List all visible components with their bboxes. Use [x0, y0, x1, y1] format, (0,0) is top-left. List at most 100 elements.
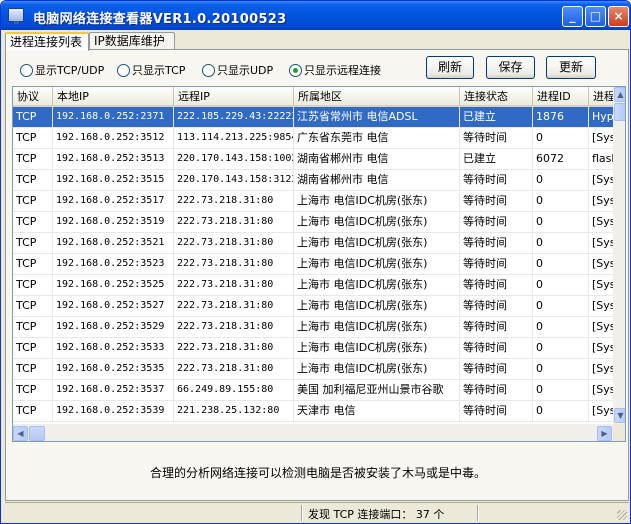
- cell-pid: 0: [533, 191, 589, 212]
- table-row[interactable]: TCP 192.168.0.252:3513 220.170.143.158:100…: [13, 149, 618, 170]
- cell-protocol: TCP: [13, 212, 53, 233]
- cell-protocol: TCP: [13, 254, 53, 275]
- column-header-local-ip[interactable]: 本地IP: [53, 87, 174, 107]
- cell-protocol: TCP: [13, 170, 53, 191]
- tab-ip-database[interactable]: IP数据库维护: [89, 32, 175, 50]
- table-row[interactable]: TCP 192.168.0.252:3533 222.73.218.31:80 上海市…: [13, 338, 620, 359]
- cell-pid: 0: [533, 233, 589, 254]
- status-divider: [477, 505, 479, 521]
- cell-remote-ip: 221.238.25.132:80: [174, 401, 294, 422]
- radio-only-tcp[interactable]: 只显示TCP: [117, 63, 185, 79]
- cell-local-ip: 192.168.0.252:3537: [53, 380, 174, 401]
- radio-circle-icon: [117, 64, 130, 77]
- horizontal-scrollbar[interactable]: ◀ ▶: [13, 424, 613, 441]
- connection-list[interactable]: 协议 本地IP 远程IP 所属地区 连接状态 进程ID 进程 TCP 192.16…: [12, 86, 626, 442]
- cell-pid: 0: [533, 254, 589, 275]
- table-row[interactable]: TCP 192.168.0.252:3517 222.73.218.31:80 上海市…: [13, 191, 620, 212]
- table-row[interactable]: TCP 192.168.0.252:3525 222.73.218.31:80 上海市…: [13, 275, 620, 296]
- column-header-region[interactable]: 所属地区: [294, 87, 460, 107]
- vertical-scroll-thumb[interactable]: [614, 103, 625, 121]
- title-bar[interactable]: 电脑网络连接查看器VER1.0.20100523 _ □ ×: [1, 1, 630, 30]
- scroll-left-icon[interactable]: ◀: [13, 426, 28, 441]
- cell-protocol: TCP: [13, 296, 53, 317]
- status-divider: [301, 505, 303, 521]
- cell-remote-ip: 222.73.218.31:80: [174, 317, 294, 338]
- cell-region: 湖南省郴州市 电信: [294, 149, 460, 170]
- scroll-down-icon[interactable]: ▼: [614, 408, 625, 423]
- resize-grip-icon[interactable]: [617, 510, 627, 520]
- cell-pid: 0: [533, 128, 589, 149]
- table-row[interactable]: TCP 192.168.0.252:3512 113.114.213.225:985…: [13, 128, 620, 149]
- cell-local-ip: 192.168.0.252:3535: [53, 359, 174, 380]
- radio-circle-icon: [20, 64, 33, 77]
- cell-pid: 6072: [533, 149, 589, 170]
- cell-protocol: TCP: [13, 359, 53, 380]
- close-button[interactable]: ×: [608, 6, 629, 27]
- cell-remote-ip: 222.73.218.31:80: [174, 275, 294, 296]
- table-row[interactable]: TCP 192.168.0.252:3527 222.73.218.31:80 上海市…: [13, 296, 620, 317]
- cell-pid: 0: [533, 338, 589, 359]
- save-button[interactable]: 保存: [486, 56, 535, 79]
- column-header-remote-ip[interactable]: 远程IP: [174, 87, 294, 107]
- cell-pid: 0: [533, 317, 589, 338]
- cell-remote-ip: 222.185.229.43:22223: [174, 107, 294, 128]
- cell-state: 等待时间: [460, 191, 533, 212]
- tab-process-connections[interactable]: 进程连接列表: [5, 32, 89, 51]
- column-header-state[interactable]: 连接状态: [460, 87, 533, 107]
- cell-state: 等待时间: [460, 317, 533, 338]
- table-row[interactable]: TCP 192.168.0.252:2371 222.185.229.43:2222…: [13, 107, 625, 128]
- update-button[interactable]: 更新: [546, 56, 596, 79]
- cell-local-ip: 192.168.0.252:3527: [53, 296, 174, 317]
- cell-pid: 1876: [533, 107, 589, 128]
- list-header: 协议 本地IP 远程IP 所属地区 连接状态 进程ID 进程: [13, 87, 625, 107]
- cell-remote-ip: 222.73.218.31:80: [174, 359, 294, 380]
- cell-state: 等待时间: [460, 275, 533, 296]
- cell-local-ip: 192.168.0.252:3539: [53, 401, 174, 422]
- table-row[interactable]: TCP 192.168.0.252:3537 66.249.89.155:80 美国 …: [13, 380, 620, 401]
- refresh-button[interactable]: 刷新: [426, 56, 474, 79]
- cell-pid: 0: [533, 275, 589, 296]
- cell-local-ip: 192.168.0.252:2371: [53, 107, 174, 128]
- cell-local-ip: 192.168.0.252:3515: [53, 170, 174, 191]
- cell-pid: 0: [533, 380, 589, 401]
- radio-only-udp[interactable]: 只显示UDP: [202, 63, 273, 79]
- cell-region: 上海市 电信IDC机房(张东): [294, 359, 460, 380]
- radio-selected-icon: [289, 64, 302, 77]
- cell-region: 广东省东莞市 电信: [294, 128, 460, 149]
- table-row[interactable]: TCP 192.168.0.252:3521 222.73.218.31:80 上海市…: [13, 233, 620, 254]
- scroll-right-icon[interactable]: ▶: [597, 426, 612, 441]
- table-row[interactable]: TCP 192.168.0.252:3515 220.170.143.158:312…: [13, 170, 620, 191]
- column-header-pid[interactable]: 进程ID: [533, 87, 589, 107]
- status-bar: 发现 TCP 连接端口： 37 个: [5, 502, 629, 522]
- maximize-button[interactable]: □: [585, 6, 606, 27]
- scroll-up-icon[interactable]: ▲: [614, 87, 625, 102]
- table-row[interactable]: TCP 192.168.0.252:3539 221.238.25.132:80 天津…: [13, 401, 620, 422]
- vertical-scrollbar[interactable]: ▲ ▼: [613, 87, 625, 424]
- cell-local-ip: 192.168.0.252:3517: [53, 191, 174, 212]
- table-row[interactable]: TCP 192.168.0.252:3519 222.73.218.31:80 上海市…: [13, 212, 620, 233]
- status-text: 发现 TCP 连接端口： 37 个: [308, 508, 445, 521]
- hint-text: 合理的分析网络连接可以检测电脑是否被安装了木马或是中毒。: [149, 466, 486, 480]
- cell-pid: 0: [533, 359, 589, 380]
- table-row[interactable]: TCP 192.168.0.252:3529 222.73.218.31:80 上海市…: [13, 317, 620, 338]
- cell-state: 等待时间: [460, 254, 533, 275]
- cell-local-ip: 192.168.0.252:3525: [53, 275, 174, 296]
- radio-label: 显示TCP/UDP: [35, 64, 105, 77]
- cell-region: 天津市 电信: [294, 401, 460, 422]
- cell-protocol: TCP: [13, 275, 53, 296]
- table-row[interactable]: TCP 192.168.0.252:3523 222.73.218.31:80 上海市…: [13, 254, 620, 275]
- column-header-protocol[interactable]: 协议: [13, 87, 53, 107]
- radio-show-tcp-udp[interactable]: 显示TCP/UDP: [20, 63, 104, 79]
- radio-only-remote[interactable]: 只显示远程连接: [289, 63, 381, 79]
- cell-protocol: TCP: [13, 317, 53, 338]
- cell-protocol: TCP: [13, 233, 53, 254]
- minimize-button[interactable]: _: [562, 6, 583, 27]
- cell-state: 已建立: [460, 107, 533, 128]
- cell-remote-ip: 222.73.218.31:80: [174, 191, 294, 212]
- table-row[interactable]: TCP 192.168.0.252:3535 222.73.218.31:80 上海市…: [13, 359, 620, 380]
- cell-local-ip: 192.168.0.252:3533: [53, 338, 174, 359]
- cell-local-ip: 192.168.0.252:3512: [53, 128, 174, 149]
- cell-protocol: TCP: [13, 128, 53, 149]
- horizontal-scroll-thumb[interactable]: [29, 426, 45, 441]
- cell-state: 等待时间: [460, 128, 533, 149]
